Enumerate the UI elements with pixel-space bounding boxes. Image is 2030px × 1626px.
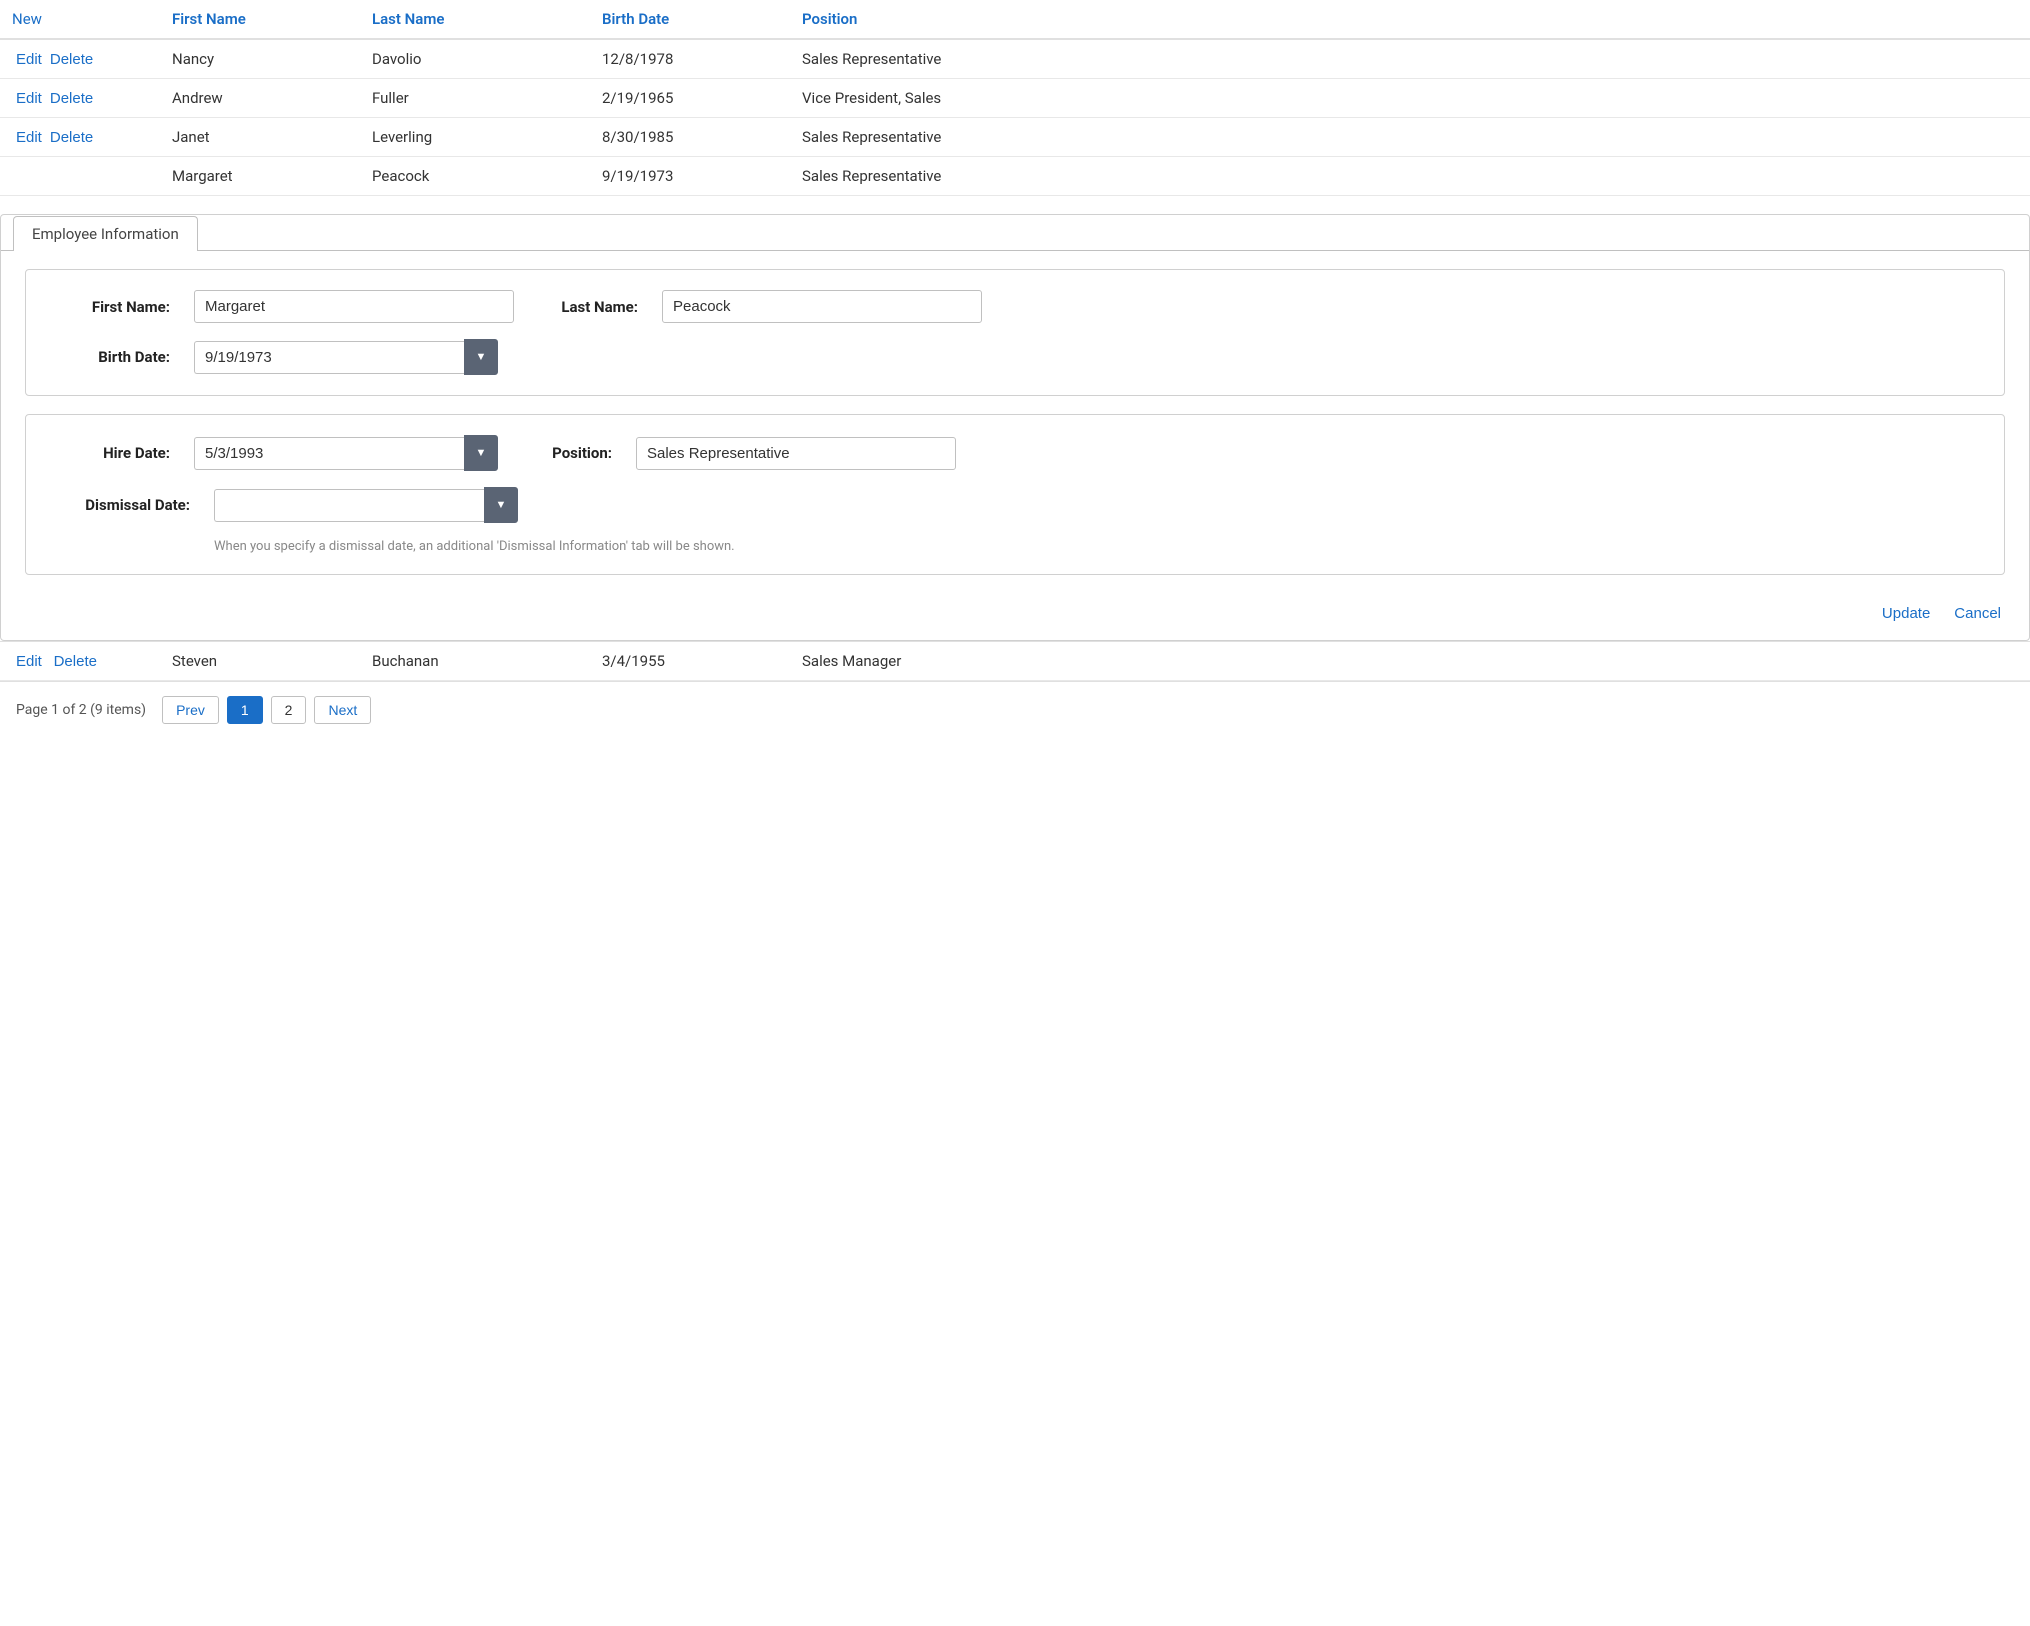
edit-2-button[interactable]: Edit bbox=[12, 90, 46, 107]
employment-panel: Hire Date: ▼ Position: Dismissal Date: ▼… bbox=[25, 414, 2005, 575]
actions-4 bbox=[0, 157, 160, 196]
actions-2: EditDelete bbox=[0, 79, 160, 118]
edit-buchanan-button[interactable]: Edit bbox=[12, 653, 46, 670]
table-row-3: EditDeleteJanetLeverling8/30/1985Sales R… bbox=[0, 118, 2030, 157]
bottom-employee-table: Edit Delete Steven Buchanan 3/4/1955 Sal… bbox=[0, 641, 2030, 681]
birthdate-2: 2/19/1965 bbox=[590, 79, 790, 118]
lastname-3: Leverling bbox=[360, 118, 590, 157]
employee-table: New First Name Last Name Birth Date Posi… bbox=[0, 0, 2030, 196]
hire-date-row: Hire Date: ▼ Position: bbox=[50, 435, 1980, 471]
birth-date-input[interactable] bbox=[194, 341, 464, 374]
lastname-4: Peacock bbox=[360, 157, 590, 196]
action-row: Update Cancel bbox=[1, 593, 2029, 640]
edit-3-button[interactable]: Edit bbox=[12, 129, 46, 146]
hire-date-input[interactable] bbox=[194, 437, 464, 470]
col-header-lastname: Last Name bbox=[360, 0, 590, 39]
birth-date-dropdown-button[interactable]: ▼ bbox=[464, 339, 498, 375]
hire-date-label: Hire Date: bbox=[50, 444, 170, 462]
birth-date-row: Birth Date: ▼ bbox=[50, 339, 1980, 375]
first-name-input[interactable] bbox=[194, 290, 514, 323]
edit-1-button[interactable]: Edit bbox=[12, 51, 46, 68]
dismissal-hint: When you specify a dismissal date, an ad… bbox=[50, 539, 1980, 554]
position-input[interactable] bbox=[636, 437, 956, 470]
table-row-4: MargaretPeacock9/19/1973Sales Representa… bbox=[0, 157, 2030, 196]
update-button[interactable]: Update bbox=[1878, 605, 1934, 622]
delete-1-button[interactable]: Delete bbox=[46, 51, 97, 68]
firstname-3: Janet bbox=[160, 118, 360, 157]
buchanan-position: Sales Manager bbox=[790, 642, 2030, 681]
table-row-2: EditDeleteAndrewFuller2/19/1965Vice Pres… bbox=[0, 79, 2030, 118]
position-label: Position: bbox=[522, 444, 612, 462]
actions-3: EditDelete bbox=[0, 118, 160, 157]
dismissal-date-wrapper: ▼ bbox=[214, 487, 518, 523]
name-row: First Name: Last Name: bbox=[50, 290, 1980, 323]
prev-button[interactable]: Prev bbox=[162, 696, 219, 724]
lastname-1: Davolio bbox=[360, 39, 590, 79]
lastname-2: Fuller bbox=[360, 79, 590, 118]
next-button[interactable]: Next bbox=[314, 696, 371, 724]
dismissal-date-label: Dismissal Date: bbox=[50, 496, 190, 514]
buchanan-birthdate: 3/4/1955 bbox=[590, 642, 790, 681]
birth-date-wrapper: ▼ bbox=[194, 339, 498, 375]
tab-bar: Employee Information bbox=[1, 215, 2029, 251]
birthdate-4: 9/19/1973 bbox=[590, 157, 790, 196]
page-1-button[interactable]: 1 bbox=[227, 696, 263, 724]
page-info: Page 1 of 2 (9 items) bbox=[16, 702, 146, 718]
pagination: Page 1 of 2 (9 items) Prev 1 2 Next bbox=[0, 681, 2030, 738]
buchanan-actions: Edit Delete bbox=[0, 642, 160, 681]
position-3: Sales Representative bbox=[790, 118, 2030, 157]
name-panel: First Name: Last Name: Birth Date: ▼ bbox=[25, 269, 2005, 396]
firstname-2: Andrew bbox=[160, 79, 360, 118]
dismissal-date-row: Dismissal Date: ▼ bbox=[50, 487, 1980, 523]
birthdate-3: 8/30/1985 bbox=[590, 118, 790, 157]
actions-1: EditDelete bbox=[0, 39, 160, 79]
last-name-input[interactable] bbox=[662, 290, 982, 323]
hire-date-dropdown-button[interactable]: ▼ bbox=[464, 435, 498, 471]
delete-2-button[interactable]: Delete bbox=[46, 90, 97, 107]
cancel-button[interactable]: Cancel bbox=[1950, 605, 2005, 622]
position-4: Sales Representative bbox=[790, 157, 2030, 196]
firstname-4: Margaret bbox=[160, 157, 360, 196]
birthdate-1: 12/8/1978 bbox=[590, 39, 790, 79]
tab-employee-information[interactable]: Employee Information bbox=[13, 216, 198, 251]
birth-date-label: Birth Date: bbox=[50, 348, 170, 366]
employee-info-section: Employee Information First Name: Last Na… bbox=[0, 214, 2030, 641]
position-1: Sales Representative bbox=[790, 39, 2030, 79]
firstname-1: Nancy bbox=[160, 39, 360, 79]
dismissal-date-input[interactable] bbox=[214, 489, 484, 522]
delete-buchanan-button[interactable]: Delete bbox=[50, 653, 101, 670]
first-name-label: First Name: bbox=[50, 298, 170, 316]
page-2-button[interactable]: 2 bbox=[271, 696, 307, 724]
buchanan-firstname: Steven bbox=[160, 642, 360, 681]
col-header-firstname: First Name bbox=[160, 0, 360, 39]
table-row-buchanan: Edit Delete Steven Buchanan 3/4/1955 Sal… bbox=[0, 642, 2030, 681]
delete-3-button[interactable]: Delete bbox=[46, 129, 97, 146]
buchanan-lastname: Buchanan bbox=[360, 642, 590, 681]
col-header-birthdate: Birth Date bbox=[590, 0, 790, 39]
position-2: Vice President, Sales bbox=[790, 79, 2030, 118]
dismissal-date-dropdown-button[interactable]: ▼ bbox=[484, 487, 518, 523]
last-name-label: Last Name: bbox=[538, 298, 638, 316]
hire-date-wrapper: ▼ bbox=[194, 435, 498, 471]
table-row-1: EditDeleteNancyDavolio12/8/1978Sales Rep… bbox=[0, 39, 2030, 79]
col-header-position: Position bbox=[790, 0, 2030, 39]
col-header-new[interactable]: New bbox=[0, 0, 160, 39]
